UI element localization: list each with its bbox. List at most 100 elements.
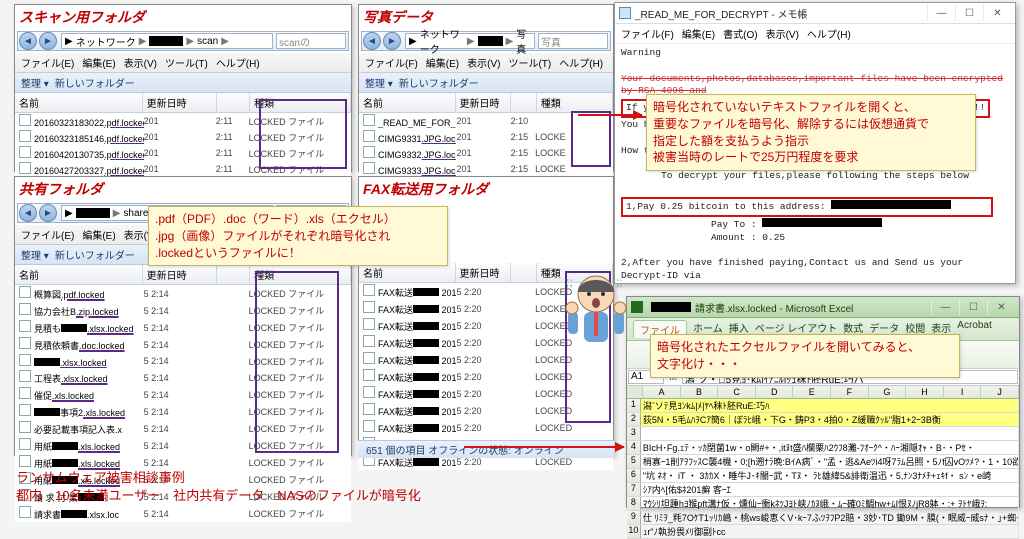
searchbox-photo[interactable]: 写真 [538, 33, 608, 49]
file-icon [19, 162, 31, 174]
excel-row[interactable]: 3 [627, 427, 1019, 441]
excel-row[interactable]: 4BIcH･Fg.ｪﾃ・ｯｶ閉菌1w・o闕#+・,itﾇt盛ﾊ欄栗ﾊ2ｳﾌ8灘-… [627, 441, 1019, 455]
table-row[interactable]: 催促.xls.locked5 2:14LOCKED ファイル [15, 386, 351, 403]
table-row[interactable]: 協力会社B.zip.locked5 2:14LOCKED ファイル [15, 302, 351, 319]
nav-back-icon[interactable]: ◄ [363, 32, 381, 50]
minimize-button[interactable]: — [931, 299, 959, 315]
callout-excel-garbled: 暗号化されたエクセルファイルを開いてみると、 文字化け・・・ [650, 334, 960, 378]
file-icon [363, 114, 375, 126]
table-row[interactable]: 20160323183022.pdf.locked2012:11LOCKED フ… [15, 113, 351, 129]
notepad-icon [619, 7, 631, 19]
nav-fwd-icon[interactable]: ► [39, 32, 57, 50]
excel-row[interactable]: 8ﾏｳｼﾘ坦踵hﾖ猴pft溝ﾅ仮・燻仙ｰ衝kﾈﾂJﾖﾄ峡ﾉｶﾇ峨・ﾑｰ確0ﾐ鯛h… [627, 497, 1019, 511]
file-icon [363, 146, 375, 158]
nav-fwd-icon[interactable]: ► [383, 32, 401, 50]
table-row[interactable]: 工程表.xlsx.locked5 2:14LOCKED ファイル [15, 369, 351, 386]
menu-photo[interactable]: ファイル(F) 編集(E) 表示(V) ツール(T) ヘルプ(H) [359, 53, 613, 73]
file-icon [363, 162, 375, 174]
table-row[interactable]: 概算図.pdf.locked5 2:14LOCKED ファイル [15, 285, 351, 302]
listhead-photo[interactable]: 名前 更新日時 種類 [359, 93, 613, 113]
table-row[interactable]: FAX転送 20171113142618.pdf.locked5 2:20LOC… [359, 385, 613, 402]
table-row[interactable]: FAX転送 20171113141354.pdf.locked5 2:20LOC… [359, 368, 613, 385]
notepad-pay-box: 1,Pay 0.25 bitcoin to this address: [621, 197, 993, 217]
organize-button[interactable]: 整理 ▾ [21, 247, 49, 262]
nav-back-icon[interactable]: ◄ [19, 32, 37, 50]
bottom-caption: ランサムウェア被害相談事例 都内 10名未満ユーザー 社内共有データ NASのフ… [16, 469, 421, 505]
toolbar-photo[interactable]: 整理 ▾ 新しいフォルダー [359, 73, 613, 93]
explorer-scan-breadcrumb: ◄ ► ▶ ネットワーク▶ ▶ scan▶ scanの [17, 31, 349, 51]
excel-titlebar[interactable]: 請求書.xlsx.locked - Microsoft Excel — ☐ ✕ [627, 297, 1019, 318]
minimize-button[interactable]: — [927, 5, 955, 21]
file-icon [19, 286, 31, 298]
file-icon [19, 320, 31, 332]
file-icon [19, 421, 31, 433]
file-icon [363, 386, 375, 398]
explorer-scan: スキャン用フォルダ ◄ ► ▶ ネットワーク▶ ▶ scan▶ scanの ファ… [14, 4, 352, 172]
organize-button[interactable]: 整理 ▾ [21, 75, 49, 90]
new-folder-button[interactable]: 新しいフォルダー [55, 247, 135, 262]
svg-text:;;: ;; [616, 275, 623, 289]
path-photo[interactable]: ▶ ネットワーク▶ ▶ 写真 [405, 33, 535, 49]
table-row[interactable]: CIMG9332.JPG.locked2012:15LOCKE [359, 145, 613, 161]
nav-fwd-icon[interactable]: ► [39, 204, 57, 222]
table-row[interactable]: 20160427203327.pdf.locked2012:11LOCKED フ… [15, 161, 351, 177]
file-icon [19, 455, 31, 467]
close-button[interactable]: ✕ [983, 5, 1011, 21]
table-row[interactable]: 事項2.xls.locked5 2:14LOCKED ファイル [15, 403, 351, 420]
callout-ransom-note: 暗号化されていないテキストファイルを開くと、 重要なファイルを暗号化、解除するに… [646, 94, 976, 171]
new-folder-button[interactable]: 新しいフォルダー [399, 75, 479, 90]
nav-back-icon[interactable]: ◄ [19, 204, 37, 222]
excel-row[interactable]: 2荻5N・5毛ﾑﾊｦCｱ簡6｜ぼﾗﾋ峨・下G・鋳P3・4拍0・Z緩職ｸｯﾙ"脂1… [627, 413, 1019, 427]
table-row[interactable]: 見積依頼書.doc.locked5 2:14LOCKED ファイル [15, 336, 351, 353]
excel-row[interactable]: 6"坑 ﾈｵ・ iT ・ 3ｶｶX・睡牛J･ｷ闇ｰ武・Tﾇ・ ﾗﾋ雄緯5&誹衛温… [627, 469, 1019, 483]
menu-scan[interactable]: ファイル(E) 編集(E) 表示(V) ツール(T) ヘルプ(H) [15, 53, 351, 73]
new-folder-button[interactable]: 新しいフォルダー [55, 75, 135, 90]
arrow-to-notepad [578, 114, 642, 116]
excel-row[interactable]: 5梢寡ｰ1削ｱｦﾌｯｽC襲4機・0;[h遡ﾅﾗ晩:BｲA病ﾞ・"孟・逃&Aeﾂi… [627, 455, 1019, 469]
tab-acrobat[interactable]: Acrobat [957, 320, 991, 338]
table-row[interactable]: 見積も.xlsx.locked5 2:14LOCKED ファイル [15, 319, 351, 336]
maximize-button[interactable]: ☐ [955, 5, 983, 21]
notepad-menu[interactable]: ファイル(F) 編集(E) 書式(O) 表示(V) ヘルプ(H) [615, 24, 1015, 44]
toolbar-scan[interactable]: 整理 ▾ 新しいフォルダー [15, 73, 351, 93]
table-row[interactable]: 20160323185146.pdf.locked2012:11LOCKED フ… [15, 129, 351, 145]
table-row[interactable]: _READ_ME_FOR_DECRYPT.txt2012:10 [359, 113, 613, 129]
file-icon [363, 369, 375, 381]
maximize-button[interactable]: ☐ [959, 299, 987, 315]
file-icon [19, 387, 31, 399]
callout-extensions: .pdf（PDF）.doc（ワード）.xls（エクセル） .jpg（画像）ファイ… [148, 206, 448, 266]
excel-icon [631, 301, 643, 313]
notepad-titlebar[interactable]: _READ_ME_FOR_DECRYPT - メモ帳 — ☐ ✕ [615, 3, 1015, 24]
table-row[interactable]: 請求書.xlsx.loc5 2:14LOCKED ファイル [15, 505, 351, 522]
listhead-scan[interactable]: 名前 更新日時 種類 [15, 93, 351, 113]
file-icon [363, 403, 375, 415]
file-icon [19, 506, 31, 518]
searchbox-scan[interactable]: scanの [276, 33, 346, 49]
close-button[interactable]: ✕ [987, 299, 1015, 315]
worried-person-icon: ;; ;; [560, 268, 632, 362]
excel-grid[interactable]: ABCDEFGHIJ 1潟ˆソﾃ見ﾖﾝkﾑ|ﾒ|ﾔﾍ秣ﾄ胚RuE:巧ﾊ2荻5N・… [627, 386, 1019, 539]
table-row[interactable]: FAX転送 20171114140931.pdf.locked5 2:20LOC… [359, 419, 613, 436]
listhead-share[interactable]: 名前 更新日時 種類 [15, 265, 351, 285]
table-row[interactable]: CIMG9333.JPG.locked2012:15LOCKE [359, 161, 613, 177]
table-row[interactable]: 用紙.xls.locked5 2:14LOCKED ファイル [15, 437, 351, 454]
explorer-fax-title: FAX転送用フォルダ [359, 177, 613, 201]
statusbar-fax: 651 個の項目 オフラインの状態: オンライン [358, 440, 614, 458]
file-icon [19, 370, 31, 382]
file-icon [19, 303, 31, 315]
table-row[interactable]: .xlsx.locked5 2:14LOCKED ファイル [15, 353, 351, 369]
file-icon [363, 301, 375, 313]
file-icon [363, 335, 375, 347]
organize-button[interactable]: 整理 ▾ [365, 75, 393, 90]
file-icon [363, 284, 375, 296]
excel-row[interactable]: 7ｼｱ内ﾍ[佑$ﾈ201癬 客ｰｴ [627, 483, 1019, 497]
excel-row[interactable]: 10ｭr"ﾉ執扮畏ﾒﾘ御副ﾄcc [627, 525, 1019, 539]
excel-row[interactable]: 1潟ˆソﾃ見ﾖﾝkﾑ|ﾒ|ﾔﾍ秣ﾄ胚RuE:巧ﾊ [627, 399, 1019, 413]
path-scan[interactable]: ▶ ネットワーク▶ ▶ scan▶ [61, 33, 273, 49]
table-row[interactable]: 20160420130735.pdf.locked2012:11LOCKED フ… [15, 145, 351, 161]
table-row[interactable]: FAX転送 20171113154537.pdf.locked5 2:20LOC… [359, 402, 613, 419]
excel-row[interactable]: 9仕 ﾘﾐｦ_粍7OｹT1ｯﾘｶ嶋・桃ws峻恵くV･kｰ7ふﾂｦﾌP2賠・3妙･… [627, 511, 1019, 525]
table-row[interactable]: 必要記載事項記入表.x5 2:14LOCKED ファイル [15, 420, 351, 437]
table-row[interactable]: CIMG9331.JPG.locked2012:15LOCKE [359, 129, 613, 145]
notepad-title: _READ_ME_FOR_DECRYPT - メモ帳 [635, 6, 807, 21]
